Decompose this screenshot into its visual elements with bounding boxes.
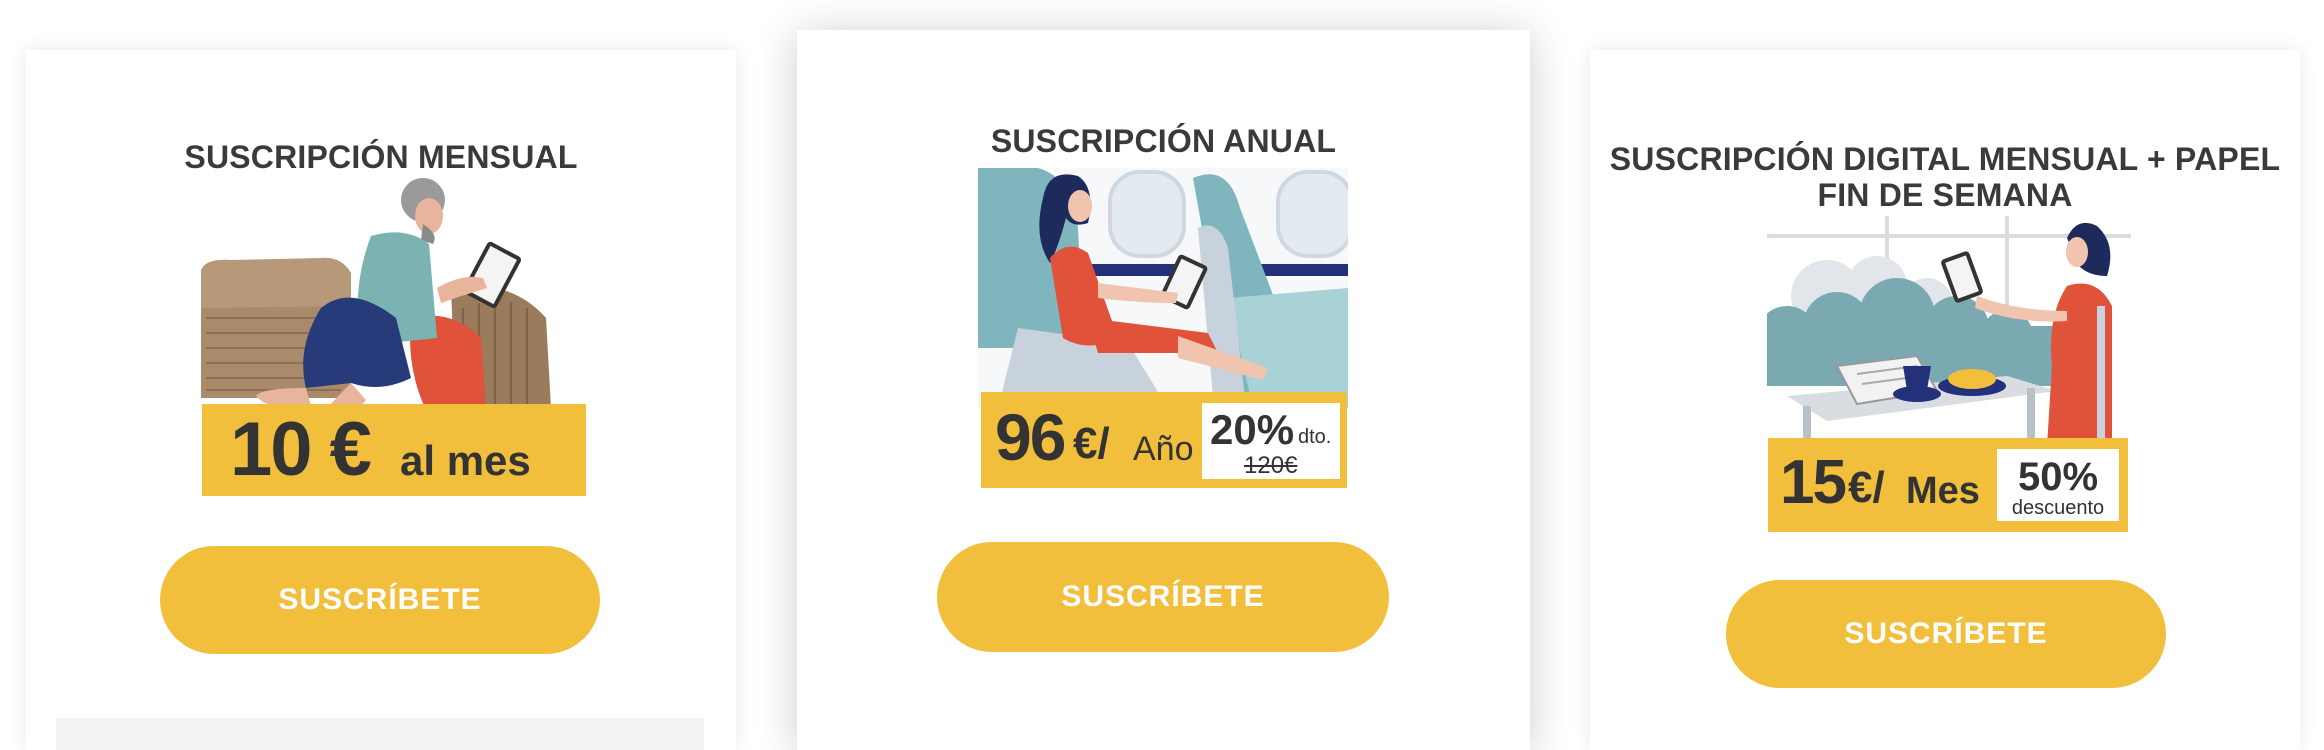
subscribe-button[interactable]: SUSCRÍBETE: [160, 546, 600, 654]
price-banner: 10 € al mes: [202, 404, 586, 496]
subscribe-button[interactable]: SUSCRÍBETE: [937, 542, 1389, 652]
plan-card-monthly: SUSCRIPCIÓN MENSUAL 10 € al mes SUSCRÍBE…: [26, 50, 736, 750]
plan-title: SUSCRIPCIÓN MENSUAL: [184, 139, 578, 175]
plan-card-digital-paper: SUSCRIPCIÓN DIGITAL MENSUAL + PAPEL FIN …: [1590, 50, 2300, 750]
old-price: 120€: [1244, 452, 1298, 479]
price-amount: 15: [1780, 448, 1847, 517]
reading-on-plane-illustration: [978, 168, 1348, 408]
discount-badge: 20% dto. 120€: [1199, 400, 1343, 482]
plan-card-annual: SUSCRIPCIÓN ANUAL 96 €/ Año 20% dto. 120…: [797, 30, 1530, 750]
plan-title-line-1: SUSCRIPCIÓN DIGITAL MENSUAL + PAPEL: [1609, 141, 2281, 177]
price-amount: 10 €: [230, 407, 372, 492]
discount-label: dto.: [1298, 426, 1332, 448]
subscribe-button[interactable]: SUSCRÍBETE: [1726, 580, 2166, 688]
price-banner: 96 €/ Año 20% dto. 120€: [981, 392, 1347, 488]
price-unit: €/: [1848, 463, 1885, 512]
discount-percent: 50%: [2017, 455, 2099, 499]
price-period: Mes: [1906, 470, 1980, 512]
price-amount: 96: [995, 400, 1066, 474]
breakfast-reading-illustration: [1767, 216, 2131, 448]
price-banner: 15 €/ Mes 50% descuento: [1768, 438, 2128, 532]
discount-label: descuento: [2011, 497, 2105, 519]
plan-title-line-2: FIN DE SEMANA: [1817, 177, 2073, 213]
price-unit: €/: [1073, 419, 1110, 468]
card-footer-strip: [56, 718, 704, 750]
discount-percent: 20%: [1210, 406, 1295, 453]
price-period: al mes: [400, 437, 531, 484]
discount-badge: 50% descuento: [1994, 446, 2122, 524]
price-period: Año: [1133, 430, 1194, 468]
plan-title: SUSCRIPCIÓN ANUAL: [990, 123, 1337, 159]
